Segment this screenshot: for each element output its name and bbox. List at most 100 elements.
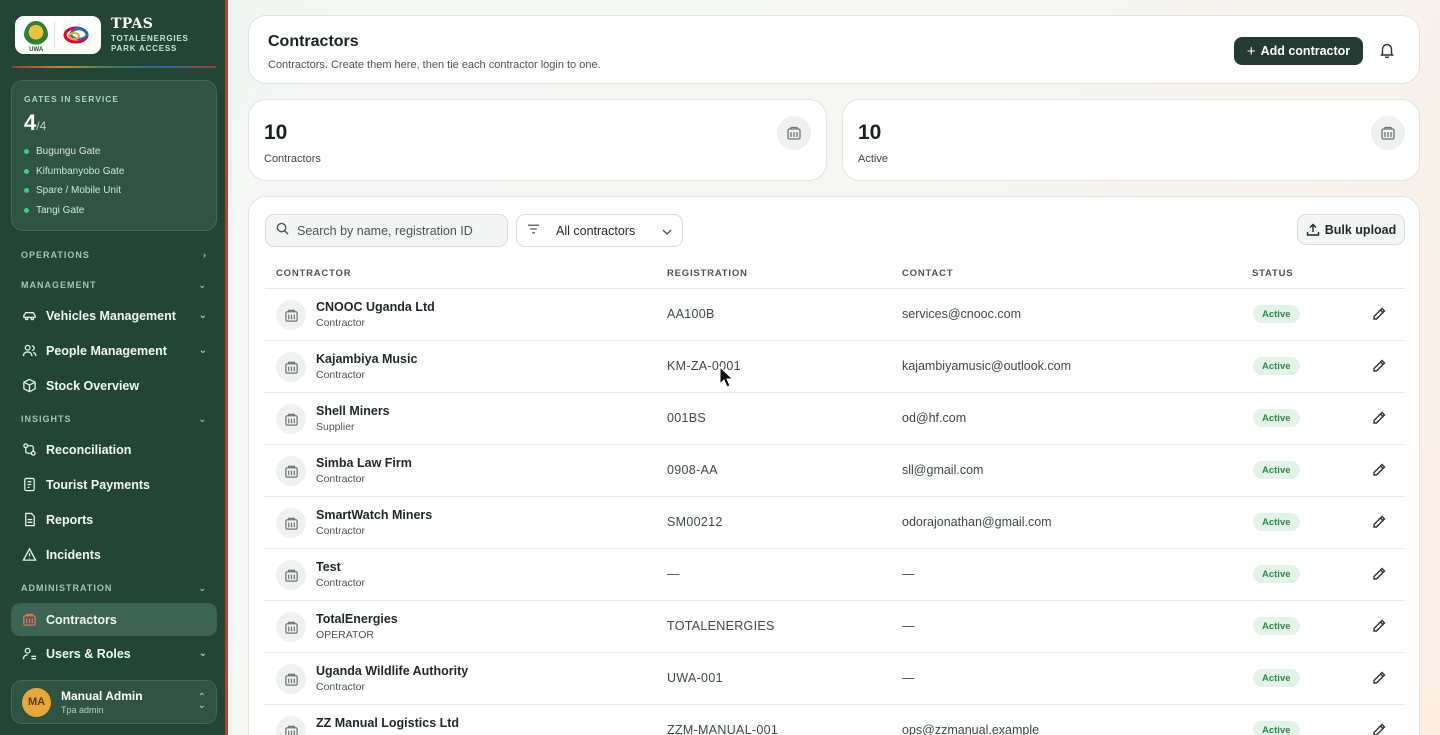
registration-id: — [667, 567, 680, 581]
status-badge: Active [1253, 617, 1300, 635]
nav-item-label: People Management [46, 343, 167, 358]
edit-pencil-icon[interactable] [1369, 512, 1389, 532]
nav-item-reconciliation[interactable]: Reconciliation [11, 433, 217, 466]
contractor-name: Simba Law Firm [316, 456, 412, 470]
column-header-contact[interactable]: CONTACT [902, 268, 953, 279]
table-row[interactable]: ZZ Manual Logistics LtdContractorZZM-MAN… [265, 705, 1405, 735]
contractor-type: Contractor [316, 317, 366, 329]
nav-section-management[interactable]: MANAGEMENT ⌄ [21, 277, 207, 293]
table-row[interactable]: Test Contractor — — Active [265, 549, 1405, 601]
gate-item: Bugungu Gate [24, 142, 204, 162]
contractor-name: Kajambiya Music [316, 352, 418, 366]
gates-count: 4/4 [24, 110, 204, 136]
nav-item-contractors[interactable]: Contractors [11, 603, 217, 636]
add-contractor-label: Add contractor [1260, 44, 1351, 58]
contractor-name: Uganda Wildlife Authority [316, 664, 469, 678]
brand-logos: UWA [15, 16, 101, 54]
bell-icon[interactable] [1378, 41, 1396, 59]
building-icon [276, 456, 306, 486]
edit-pencil-icon[interactable] [1369, 408, 1389, 428]
avatar: MA [22, 687, 51, 717]
table-row[interactable]: Kajambiya Music Contractor KM-ZA-0001 kajam… [265, 341, 1405, 393]
edit-pencil-icon[interactable] [1369, 720, 1389, 735]
brand-divider [12, 66, 216, 68]
contractor-type: Contractor [316, 369, 366, 381]
status-badge: Active [1253, 357, 1300, 375]
contractor-filter-select[interactable]: All contractors [516, 214, 683, 247]
table-row[interactable]: TotalEnergies OPERATOR TOTALENERGIES — Activ… [265, 601, 1405, 653]
bulk-upload-button[interactable]: Bulk upload [1297, 214, 1405, 245]
contractor-name: TotalEnergies [316, 612, 398, 626]
nav-item-label: Users & Roles [46, 646, 131, 661]
status-badge: Active [1253, 409, 1300, 427]
receipt-icon [21, 477, 37, 493]
registration-id: 001BS [667, 411, 707, 425]
nav-item-people[interactable]: People Management ⌄ [11, 334, 217, 367]
stat-label: Contractors [264, 153, 321, 165]
user-menu[interactable]: MA Manual Admin Tpa admin ⌃ ⌄ [11, 680, 217, 724]
edit-pencil-icon[interactable] [1369, 460, 1389, 480]
contractors-table-card: All contractors Bulk upload CONTRACTOR R… [248, 196, 1420, 735]
nav-item-users-roles[interactable]: Users & Roles ⌄ [11, 637, 217, 670]
column-header-contractor[interactable]: CONTRACTOR [276, 268, 351, 279]
edit-pencil-icon[interactable] [1369, 564, 1389, 584]
nav-section-label: MANAGEMENT [21, 280, 97, 290]
column-header-status[interactable]: STATUS [1252, 268, 1293, 279]
edit-pencil-icon[interactable] [1369, 668, 1389, 688]
search-input[interactable] [297, 223, 487, 238]
registration-id: AA100B [667, 307, 715, 321]
nav-item-stock[interactable]: Stock Overview [11, 369, 217, 402]
nav-section-insights[interactable]: INSIGHTS ⌄ [21, 411, 207, 427]
nav-item-vehicles[interactable]: Vehicles Management ⌄ [11, 299, 217, 332]
registration-id: UWA-001 [667, 671, 723, 685]
nav-section-operations[interactable]: OPERATIONS › [21, 247, 207, 263]
nav-section-label: OPERATIONS [21, 250, 90, 260]
nav-section-administration[interactable]: ADMINISTRATION ⌄ [21, 580, 207, 596]
nav-item-reports[interactable]: Reports [11, 503, 217, 536]
gates-in-service-card: GATES IN SERVICE 4/4 Bugungu Gate Kifumb… [11, 80, 217, 231]
status-badge: Active [1253, 565, 1300, 583]
edit-pencil-icon[interactable] [1369, 616, 1389, 636]
chevron-down-icon: ⌄ [198, 413, 207, 424]
contact-email: services@cnooc.com [902, 307, 1021, 321]
page-subtitle: Contractors. Create them here, then tie … [268, 59, 601, 71]
gate-item: Kifumbanyobo Gate [24, 162, 204, 182]
building-icon [777, 116, 811, 150]
gate-item: Spare / Mobile Unit [24, 181, 204, 201]
gates-label: GATES IN SERVICE [24, 94, 120, 104]
gate-name: Kifumbanyobo Gate [36, 165, 125, 177]
building-icon [276, 560, 306, 590]
page-header: Contractors Contractors. Create them her… [248, 15, 1420, 84]
add-contractor-button[interactable]: + Add contractor [1234, 37, 1363, 65]
car-icon [21, 308, 37, 324]
gate-name: Bugungu Gate [36, 146, 101, 158]
nav-item-label: Stock Overview [46, 378, 140, 393]
building-icon [276, 300, 306, 330]
nav-item-tourist-payments[interactable]: Tourist Payments [11, 468, 217, 501]
table-row[interactable]: Simba Law Firm Contractor 0908-AA sll@gmail… [265, 445, 1405, 497]
user-name: Manual Admin [61, 689, 143, 703]
status-dot-icon [24, 207, 29, 213]
brand-title: TPAS [111, 15, 154, 32]
building-icon [276, 612, 306, 642]
nav-item-incidents[interactable]: Incidents [11, 538, 217, 571]
chevron-up-down-icon[interactable]: ⌃ ⌄ [198, 693, 206, 711]
status-dot-icon [24, 168, 29, 174]
mouse-cursor-icon [719, 366, 733, 388]
chevron-down-icon [662, 224, 672, 238]
table-row[interactable]: SmartWatch Miners Contractor SM00212 odoraj… [265, 497, 1405, 549]
table-row[interactable]: Uganda Wildlife Authority Contractor UWA-0… [265, 653, 1405, 705]
column-header-registration[interactable]: REGISTRATION [667, 268, 748, 279]
status-badge: Active [1253, 305, 1300, 323]
nav-item-label: Reconciliation [46, 442, 132, 457]
brand[interactable]: UWA TPAS TOTALENERGIES PARK ACCESS [15, 16, 189, 54]
stat-label: Active [858, 153, 888, 165]
registration-id: ZZM-MANUAL-001 [667, 723, 779, 735]
table-row[interactable]: Shell Miners Supplier 001BS od@hf.com Active [265, 393, 1405, 445]
search-field[interactable] [265, 214, 508, 247]
table-row[interactable]: CNOOC Uganda Ltd Contractor AA100B services… [265, 289, 1405, 341]
edit-pencil-icon[interactable] [1369, 356, 1389, 376]
page-title: Contractors [268, 33, 359, 50]
edit-pencil-icon[interactable] [1369, 304, 1389, 324]
gates-count-value: 4 [24, 110, 37, 135]
